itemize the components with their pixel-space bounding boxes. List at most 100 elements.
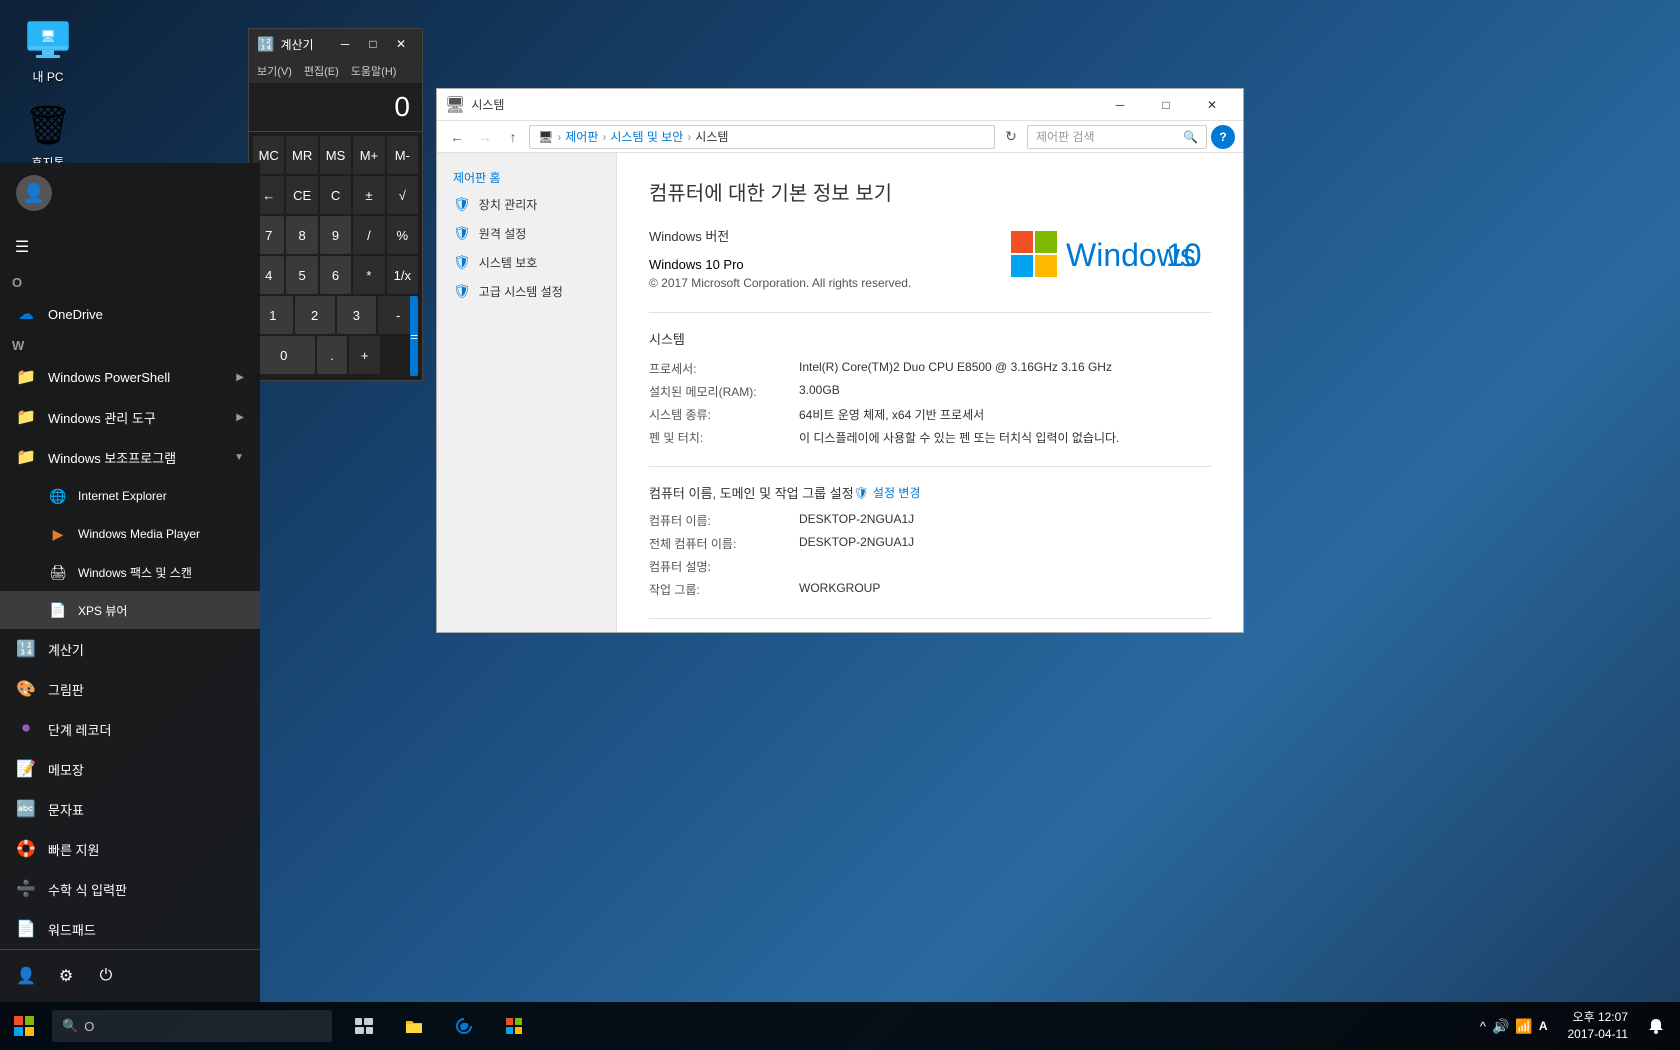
calc-btn-5[interactable]: 5: [286, 256, 317, 294]
user-avatar[interactable]: 👤: [16, 175, 52, 211]
start-item-accessories[interactable]: 📁 Windows 보조프로그램 ▼: [0, 437, 260, 477]
breadcrumb-part2[interactable]: 시스템 및 보안: [610, 128, 683, 145]
powershell-label: Windows PowerShell: [48, 370, 224, 385]
sys-row-processor: 프로세서: Intel(R) Core(TM)2 Duo CPU E8500 @…: [649, 360, 1211, 377]
calc-menu-help[interactable]: 도움말(H): [351, 63, 397, 79]
calc-btn-add[interactable]: +: [349, 336, 380, 374]
sys-row-type: 시스템 종류: 64비트 운영 체제, x64 기반 프로세서: [649, 406, 1211, 423]
calc-btn-0[interactable]: 0: [253, 336, 315, 374]
calc-btn-c[interactable]: C: [320, 176, 351, 214]
store-btn[interactable]: [490, 1002, 538, 1050]
calc-close-btn[interactable]: ✕: [388, 31, 414, 57]
start-item-paint[interactable]: 🎨 그림판: [0, 669, 260, 709]
start-item-powershell[interactable]: 📁 Windows PowerShell ▶: [0, 357, 260, 397]
start-item-wordpad[interactable]: 📄 워드패드: [0, 909, 260, 949]
windows-logo: Windows 10: [1011, 226, 1211, 296]
comp-desc-label: 컴퓨터 설명:: [649, 558, 799, 575]
calc-btn-pct[interactable]: %: [387, 216, 418, 254]
calc-btn-6[interactable]: 6: [320, 256, 351, 294]
sys-refresh-btn[interactable]: ↻: [999, 125, 1023, 149]
start-item-onedrive[interactable]: ☁ OneDrive: [0, 294, 260, 334]
calc-btn-2[interactable]: 2: [295, 296, 335, 334]
sys-minimize-btn[interactable]: ─: [1097, 89, 1143, 121]
windows-copyright: © 2017 Microsoft Corporation. All rights…: [649, 276, 991, 290]
calc-menu-view[interactable]: 보기(V): [257, 63, 292, 79]
sys-help-btn[interactable]: ?: [1211, 125, 1235, 149]
sidebar-item-advanced[interactable]: 🛡 고급 시스템 설정: [437, 277, 616, 306]
start-item-admin[interactable]: 📁 Windows 관리 도구 ▶: [0, 397, 260, 437]
sys-nav-up[interactable]: ↑: [501, 125, 525, 149]
taskbar-search[interactable]: 🔍 O: [52, 1010, 332, 1042]
paint-label: 그림판: [48, 680, 244, 699]
calc-btn-mplus[interactable]: M+: [353, 136, 384, 174]
sys-search-box[interactable]: 제어판 검색 🔍: [1027, 125, 1207, 149]
calc-btn-3[interactable]: 3: [337, 296, 377, 334]
sys-close-btn[interactable]: ✕: [1189, 89, 1235, 121]
calc-btn-8[interactable]: 8: [286, 216, 317, 254]
windows-edition-value: Windows 10 Pro: [649, 257, 991, 272]
sys-row-pen: 펜 및 터치: 이 디스플레이에 사용할 수 있는 펜 또는 터치식 입력이 없…: [649, 429, 1211, 446]
mypc-label: 내 PC: [32, 68, 63, 85]
taskbar-network-icon[interactable]: 📶: [1515, 1018, 1532, 1035]
taskbar-date: 2017-04-11: [1568, 1026, 1629, 1043]
breadcrumb-part3: 시스템: [695, 128, 728, 145]
start-subitem-fax[interactable]: 🖨 Windows 팩스 및 스캔: [0, 553, 260, 591]
taskbar-clock[interactable]: 오후 12:07 2017-04-11: [1560, 1009, 1637, 1043]
sidebar-item-remote[interactable]: 🛡 원격 설정: [437, 219, 616, 248]
sys-maximize-btn[interactable]: □: [1143, 89, 1189, 121]
change-settings-link[interactable]: 🛡 설정 변경: [854, 484, 921, 501]
start-item-charmap[interactable]: 🔤 문자표: [0, 789, 260, 829]
start-item-quickassist[interactable]: 🛟 빠른 지원: [0, 829, 260, 869]
taskbar-chevron-icon[interactable]: ^: [1480, 1019, 1486, 1034]
file-explorer-btn[interactable]: [390, 1002, 438, 1050]
start-item-steps[interactable]: ⏺ 단계 레코더: [0, 709, 260, 749]
calc-btn-9[interactable]: 9: [320, 216, 351, 254]
calc-btn-decimal[interactable]: .: [317, 336, 348, 374]
taskbar-notification-btn[interactable]: [1640, 1002, 1672, 1050]
calc-menu-edit[interactable]: 편집(E): [304, 63, 339, 79]
calc-minimize-btn[interactable]: ─: [332, 31, 358, 57]
calc-btn-mr[interactable]: MR: [286, 136, 317, 174]
sidebar-home-link[interactable]: 제어판 홈: [437, 165, 616, 190]
calc-btn-inv[interactable]: 1/x: [387, 256, 418, 294]
breadcrumb-part1[interactable]: 제어판: [565, 128, 598, 145]
calculator-window: 🔢 계산기 ─ □ ✕ 보기(V) 편집(E) 도움말(H) 0 MC MR M…: [248, 28, 423, 381]
taskbar-keyboard-indicator: A: [1539, 1019, 1548, 1033]
start-power-btn[interactable]: ⏻: [88, 958, 124, 994]
start-item-mathinput[interactable]: ➗ 수학 식 입력판: [0, 869, 260, 909]
calc-btn-mminus[interactable]: M-: [387, 136, 418, 174]
windows-version-label: Windows 버전: [649, 226, 991, 245]
start-subitem-ie[interactable]: 🌐 Internet Explorer: [0, 477, 260, 515]
taskbar-volume-icon[interactable]: 🔊: [1492, 1018, 1509, 1035]
taskbar-time: 오후 12:07: [1573, 1009, 1628, 1026]
sys-nav-back[interactable]: ←: [445, 125, 469, 149]
calc-buttons: MC MR MS M+ M- ← CE C ± √ 7 8 9 / % 4: [249, 132, 422, 380]
sys-breadcrumb[interactable]: 🖥 › 제어판 › 시스템 및 보안 › 시스템: [529, 125, 995, 149]
powershell-arrow: ▶: [236, 372, 244, 383]
divider-3: [649, 618, 1211, 619]
pen-value: 이 디스플레이에 사용할 수 있는 펜 또는 터치식 입력이 없습니다.: [799, 429, 1119, 446]
start-user-btn[interactable]: 👤: [8, 958, 44, 994]
start-subitem-xps[interactable]: 📄 XPS 뷰어: [0, 591, 260, 629]
calc-btn-mul[interactable]: *: [353, 256, 384, 294]
xps-icon: 📄: [48, 600, 68, 620]
calc-btn-sign[interactable]: ±: [353, 176, 384, 214]
start-subitem-wmp[interactable]: ▶ Windows Media Player: [0, 515, 260, 553]
calc-btn-div[interactable]: /: [353, 216, 384, 254]
start-settings-btn[interactable]: ⚙: [48, 958, 84, 994]
edge-btn[interactable]: [440, 1002, 488, 1050]
task-view-btn[interactable]: [340, 1002, 388, 1050]
start-hamburger[interactable]: ☰: [0, 223, 260, 271]
sidebar-item-protection[interactable]: 🛡 시스템 보호: [437, 248, 616, 277]
calc-btn-ms[interactable]: MS: [320, 136, 351, 174]
steps-label: 단계 레코더: [48, 720, 244, 739]
start-item-notepad[interactable]: 📝 메모장: [0, 749, 260, 789]
desktop-icon-mypc[interactable]: 🖥 내 PC: [8, 12, 88, 89]
calc-btn-sqrt[interactable]: √: [387, 176, 418, 214]
calc-maximize-btn[interactable]: □: [360, 31, 386, 57]
admin-arrow: ▶: [236, 412, 244, 423]
calc-btn-ce[interactable]: CE: [286, 176, 317, 214]
start-button[interactable]: [0, 1002, 48, 1050]
sidebar-item-device-manager[interactable]: 🛡 장치 관리자: [437, 190, 616, 219]
start-item-calc[interactable]: 🔢 계산기: [0, 629, 260, 669]
